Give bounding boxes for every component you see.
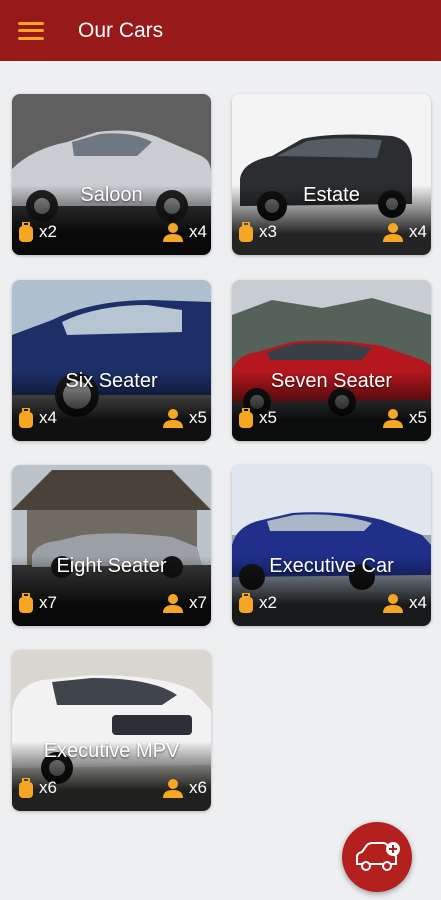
luggage-capacity: x2 — [18, 222, 57, 242]
person-icon — [163, 779, 184, 798]
luggage-capacity: x3 — [238, 222, 277, 242]
page-title: Our Cars — [78, 18, 164, 42]
person-icon — [383, 594, 404, 613]
car-name: Eight Seater — [56, 555, 167, 577]
luggage-count: x4 — [39, 408, 57, 427]
car-card-seven-seater[interactable]: Seven Seater x5 x5 — [232, 280, 431, 441]
person-icon — [383, 409, 404, 428]
luggage-capacity: x5 — [238, 408, 277, 428]
car-name: Seven Seater — [270, 370, 393, 392]
car-card-executive-mpv[interactable]: Executive MPV x6 x6 — [12, 650, 211, 811]
passenger-count: x5 — [189, 408, 207, 427]
luggage-icon — [239, 222, 253, 242]
passenger-capacity: x4 — [382, 593, 427, 613]
car-name: Executive MPV — [43, 740, 180, 762]
luggage-icon — [19, 408, 33, 428]
luggage-icon — [19, 593, 33, 613]
car-name: Executive Car — [269, 555, 394, 577]
add-taxi-icon — [356, 842, 400, 871]
luggage-count: x5 — [259, 408, 277, 427]
luggage-icon — [239, 408, 253, 428]
passenger-count: x7 — [189, 593, 207, 612]
car-name: Saloon — [80, 184, 143, 206]
luggage-count: x6 — [39, 778, 57, 797]
passenger-count: x4 — [409, 222, 427, 241]
passenger-capacity: x5 — [162, 408, 207, 428]
car-card-six-seater[interactable]: Six Seater x4 x5 — [12, 280, 211, 441]
passenger-capacity: x6 — [162, 778, 207, 798]
passenger-capacity: x7 — [162, 593, 207, 613]
luggage-capacity: x7 — [18, 593, 57, 613]
car-name: Estate — [303, 184, 360, 206]
luggage-count: x7 — [39, 593, 57, 612]
luggage-count: x2 — [259, 593, 277, 612]
add-taxi-button[interactable] — [342, 822, 412, 892]
luggage-count: x2 — [39, 222, 57, 241]
passenger-count: x4 — [409, 593, 427, 612]
hamburger-menu-icon[interactable] — [18, 21, 44, 40]
car-name: Six Seater — [65, 370, 158, 392]
luggage-count: x3 — [259, 222, 277, 241]
luggage-icon — [239, 593, 253, 613]
luggage-capacity: x4 — [18, 408, 57, 428]
passenger-count: x5 — [409, 408, 427, 427]
person-icon — [383, 223, 404, 242]
car-card-saloon[interactable]: Saloon x2 x4 — [12, 94, 211, 255]
passenger-count: x6 — [189, 778, 207, 797]
passenger-capacity: x5 — [382, 408, 427, 428]
person-icon — [163, 594, 184, 613]
luggage-capacity: x6 — [18, 778, 57, 798]
app-header: Our Cars — [0, 0, 441, 61]
person-icon — [163, 409, 184, 428]
car-card-eight-seater[interactable]: Eight Seater x7 x7 — [12, 465, 211, 626]
passenger-count: x4 — [189, 222, 207, 241]
luggage-icon — [19, 778, 33, 798]
passenger-capacity: x4 — [162, 222, 207, 242]
car-card-estate[interactable]: Estate x3 x4 — [232, 94, 431, 255]
luggage-icon — [19, 222, 33, 242]
luggage-capacity: x2 — [238, 593, 277, 613]
passenger-capacity: x4 — [382, 222, 427, 242]
person-icon — [163, 223, 184, 242]
car-card-executive-car[interactable]: Executive Car x2 x4 — [232, 465, 431, 626]
